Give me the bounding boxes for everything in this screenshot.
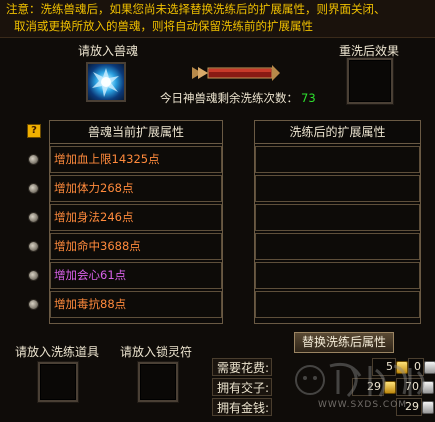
help-icon[interactable]: ? — [27, 124, 41, 138]
cost-need-silver: 0 — [408, 358, 424, 376]
after-attribute-row — [255, 204, 420, 231]
current-attributes-title: 兽魂当前扩展属性 — [50, 121, 222, 144]
beast-soul-slot[interactable] — [86, 62, 126, 102]
current-attribute-row: 增加会心61点 — [50, 262, 222, 289]
notice-line-2: 取消或更换所放入的兽魂，则将自动保留洗练前的扩展属性 — [14, 19, 313, 33]
attribute-radio[interactable] — [28, 183, 39, 194]
tool-slot-label: 请放入洗练道具 — [15, 345, 100, 359]
after-attribute-row — [255, 233, 420, 260]
current-attribute-row: 增加身法246点 — [50, 204, 222, 231]
attribute-radio[interactable] — [28, 154, 39, 165]
watermark-text: WWW.SXDS.COM — [318, 400, 408, 410]
current-attribute-row: 增加血上限14325点 — [50, 146, 222, 173]
attribute-radio[interactable] — [28, 241, 39, 252]
attribute-radio[interactable] — [28, 270, 39, 281]
cost-jiaozi-gold: 29 — [352, 378, 384, 396]
silver-coin-icon — [422, 401, 434, 414]
lock-charm-slot[interactable] — [138, 362, 178, 402]
cost-need-label: 需要花费: — [212, 358, 272, 376]
after-attribute-row — [255, 262, 420, 289]
after-attribute-row — [255, 291, 420, 318]
lock-slot-label: 请放入锁灵符 — [120, 345, 193, 359]
current-attribute-row: 增加体力268点 — [50, 175, 222, 202]
after-effect-label: 重洗后效果 — [339, 44, 400, 58]
cost-jiaozi-silver: 70 — [396, 378, 422, 396]
current-attribute-row: 增加毒抗88点 — [50, 291, 222, 318]
attribute-radio[interactable] — [28, 299, 39, 310]
refine-tool-slot[interactable] — [38, 362, 78, 402]
refine-arrow-icon — [192, 65, 280, 81]
cost-jiaozi-label: 拥有交子: — [212, 378, 272, 396]
after-effect-slot — [347, 58, 393, 104]
soul-slot-label: 请放入兽魂 — [78, 44, 139, 58]
after-attributes-title: 洗练后的扩展属性 — [255, 121, 420, 144]
after-attribute-row — [255, 146, 420, 173]
after-attribute-row — [255, 175, 420, 202]
silver-coin-icon — [424, 361, 435, 374]
notice-line-1: 注意：洗练兽魂后，如果您尚未选择替换洗练后的扩展属性，则界面关闭、 — [6, 2, 386, 16]
silver-coin-icon — [422, 381, 434, 394]
gold-coin-icon — [384, 381, 396, 394]
replace-attributes-button[interactable]: 替换洗练后属性 — [294, 332, 394, 353]
notice-banner: 注意：洗练兽魂后，如果您尚未选择替换洗练后的扩展属性，则界面关闭、 取消或更换所… — [0, 0, 435, 38]
refine-count-value: 73 — [301, 91, 316, 105]
refine-count-label: 今日神兽魂剩余洗练次数： — [160, 91, 298, 105]
current-attribute-row: 增加命中3688点 — [50, 233, 222, 260]
beast-soul-icon — [92, 68, 119, 97]
gold-coin-icon — [396, 361, 408, 374]
refine-count: 今日神兽魂剩余洗练次数： 73 — [160, 90, 316, 106]
attribute-radio[interactable] — [28, 212, 39, 223]
cost-money-label: 拥有金钱: — [212, 398, 272, 416]
cost-need-gold: 5 — [372, 358, 396, 376]
